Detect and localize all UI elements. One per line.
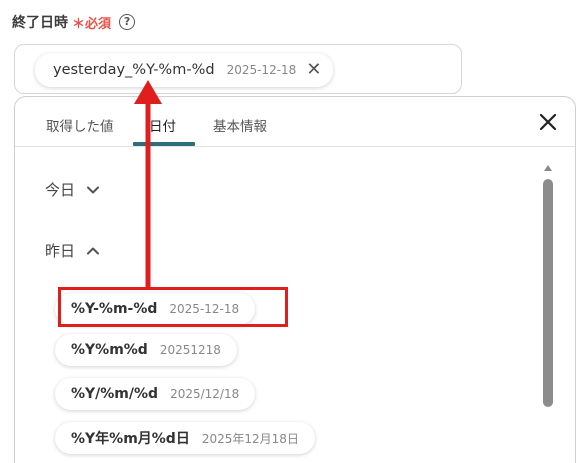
annotation-arrow-icon — [134, 80, 162, 287]
